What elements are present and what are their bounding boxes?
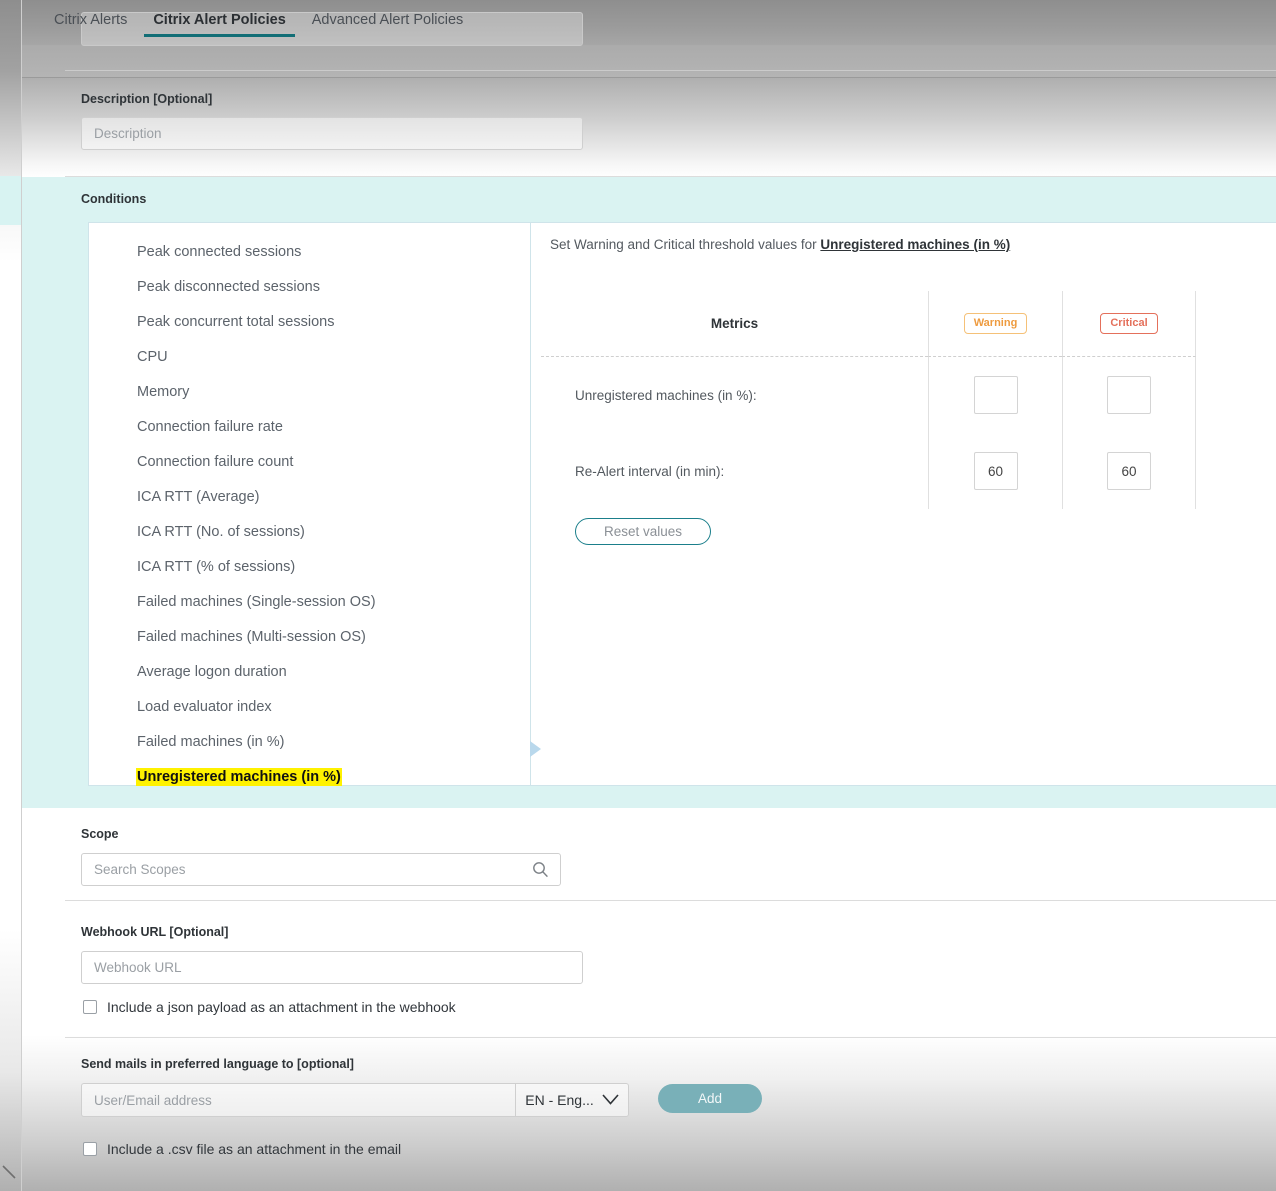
condition-item[interactable]: Connection failure count — [89, 445, 530, 480]
table-row: Re-Alert interval (in min): — [541, 433, 1196, 509]
condition-item[interactable]: Memory — [89, 375, 530, 410]
unregistered-critical-input[interactable] — [1107, 376, 1151, 414]
condition-label: Failed machines (in %) — [137, 734, 284, 750]
webhook-json-checkbox[interactable] — [83, 1000, 97, 1014]
threshold-heading: Set Warning and Critical threshold value… — [550, 237, 1010, 252]
scope-label: Scope — [81, 827, 119, 841]
condition-item[interactable]: Connection failure rate — [89, 410, 530, 445]
mail-csv-checkbox[interactable] — [83, 1142, 97, 1156]
realert-warning-input[interactable] — [974, 452, 1018, 490]
row-critical-cell — [1062, 433, 1196, 509]
header-metrics: Metrics — [541, 291, 928, 357]
tab-citrix-alert-policies[interactable]: Citrix Alert Policies — [143, 0, 295, 37]
condition-label: Memory — [137, 384, 189, 400]
row-warning-cell — [928, 433, 1062, 509]
condition-label: ICA RTT (Average) — [137, 489, 260, 505]
condition-item[interactable]: CPU — [89, 340, 530, 375]
scope-search-input[interactable] — [81, 853, 561, 886]
condition-label: Failed machines (Multi-session OS) — [137, 629, 366, 645]
condition-label: CPU — [137, 349, 168, 365]
condition-item[interactable]: Peak disconnected sessions — [89, 270, 530, 305]
webhook-section: Webhook URL [Optional] Include a json pa… — [65, 901, 1276, 1038]
scope-section: Scope — [65, 808, 1276, 901]
description-input[interactable] — [81, 117, 583, 150]
threshold-heading-target: Unregistered machines (in %) — [820, 237, 1010, 252]
threshold-heading-prefix: Set Warning and Critical threshold value… — [550, 237, 820, 252]
condition-item[interactable]: Load evaluator index — [89, 690, 530, 725]
scope-input-wrap — [81, 853, 561, 886]
mail-address-input[interactable] — [81, 1083, 515, 1117]
conditions-panel: Peak connected sessions Peak disconnecte… — [88, 222, 1276, 786]
condition-label: Peak connected sessions — [137, 244, 301, 260]
conditions-list: Peak connected sessions Peak disconnecte… — [89, 223, 531, 785]
webhook-json-checkbox-row[interactable]: Include a json payload as an attachment … — [83, 999, 456, 1015]
tab-label: Citrix Alerts — [54, 12, 127, 28]
condition-detail-pane: Set Warning and Critical threshold value… — [531, 223, 1276, 785]
tab-bar: Citrix Alerts Citrix Alert Policies Adva… — [0, 0, 1276, 44]
condition-item[interactable]: ICA RTT (Average) — [89, 480, 530, 515]
header-warning: Warning — [928, 291, 1062, 357]
condition-label: ICA RTT (No. of sessions) — [137, 524, 305, 540]
condition-item[interactable]: Peak connected sessions — [89, 235, 530, 270]
row-metric-label: Re-Alert interval (in min): — [541, 433, 928, 509]
condition-item-selected[interactable]: Unregistered machines (in %) — [89, 760, 530, 795]
reset-values-button[interactable]: Reset values — [575, 518, 711, 545]
conditions-label: Conditions — [81, 192, 146, 206]
description-label: Description [Optional] — [81, 92, 212, 106]
row-metric-label: Unregistered machines (in %): — [541, 357, 928, 433]
condition-item[interactable]: ICA RTT (% of sessions) — [89, 550, 530, 585]
realert-critical-input[interactable] — [1107, 452, 1151, 490]
condition-item[interactable]: Failed machines (Single-session OS) — [89, 585, 530, 620]
tab-citrix-alerts[interactable]: Citrix Alerts — [44, 0, 137, 37]
webhook-json-checkbox-label: Include a json payload as an attachment … — [107, 999, 456, 1015]
condition-label: Connection failure rate — [137, 419, 283, 435]
left-conditions-sliver — [0, 176, 21, 225]
condition-item[interactable]: Failed machines (in %) — [89, 725, 530, 760]
condition-label: Peak disconnected sessions — [137, 279, 320, 295]
chevron-down-icon — [602, 1092, 619, 1108]
mail-csv-checkbox-label: Include a .csv file as an attachment in … — [107, 1141, 401, 1157]
add-email-button[interactable]: Add — [658, 1084, 762, 1113]
condition-label: Average logon duration — [137, 664, 287, 680]
table-header-row: Metrics Warning Critical — [541, 291, 1196, 357]
unregistered-warning-input[interactable] — [974, 376, 1018, 414]
language-select-value: EN - Eng... — [525, 1092, 593, 1108]
tab-label: Citrix Alert Policies — [153, 12, 285, 28]
condition-item[interactable]: Peak concurrent total sessions — [89, 305, 530, 340]
webhook-label: Webhook URL [Optional] — [81, 925, 228, 939]
critical-badge: Critical — [1100, 313, 1157, 334]
mail-csv-checkbox-row[interactable]: Include a .csv file as an attachment in … — [83, 1141, 401, 1157]
webhook-url-input[interactable] — [81, 951, 583, 984]
condition-label: Load evaluator index — [137, 699, 272, 715]
description-section: Description [Optional] — [65, 72, 1276, 177]
condition-label: ICA RTT (% of sessions) — [137, 559, 295, 575]
tab-label: Advanced Alert Policies — [312, 12, 464, 28]
condition-item[interactable]: Failed machines (Multi-session OS) — [89, 620, 530, 655]
warning-badge: Warning — [964, 313, 1028, 334]
mail-section: Send mails in preferred language to [opt… — [65, 1038, 1276, 1191]
condition-label: Peak concurrent total sessions — [137, 314, 334, 330]
condition-item[interactable]: Average logon duration — [89, 655, 530, 690]
page-root: Citrix Alerts Citrix Alert Policies Adva… — [0, 0, 1276, 1191]
tab-advanced-alert-policies[interactable]: Advanced Alert Policies — [302, 0, 474, 37]
row-warning-cell — [928, 357, 1062, 433]
conditions-section: Conditions Peak connected sessions Peak … — [0, 177, 1276, 808]
condition-label: Connection failure count — [137, 454, 293, 470]
condition-item[interactable]: ICA RTT (No. of sessions) — [89, 515, 530, 550]
thresholds-table: Metrics Warning Critical Unregistered ma… — [541, 291, 1196, 509]
language-select[interactable]: EN - Eng... — [515, 1083, 629, 1117]
mail-label: Send mails in preferred language to [opt… — [81, 1057, 354, 1071]
left-corner-chevron-icon — [2, 1162, 20, 1180]
table-row: Unregistered machines (in %): — [541, 357, 1196, 433]
condition-label: Failed machines (Single-session OS) — [137, 594, 376, 610]
condition-label: Unregistered machines (in %) — [137, 769, 341, 785]
header-critical: Critical — [1062, 291, 1196, 357]
row-critical-cell — [1062, 357, 1196, 433]
